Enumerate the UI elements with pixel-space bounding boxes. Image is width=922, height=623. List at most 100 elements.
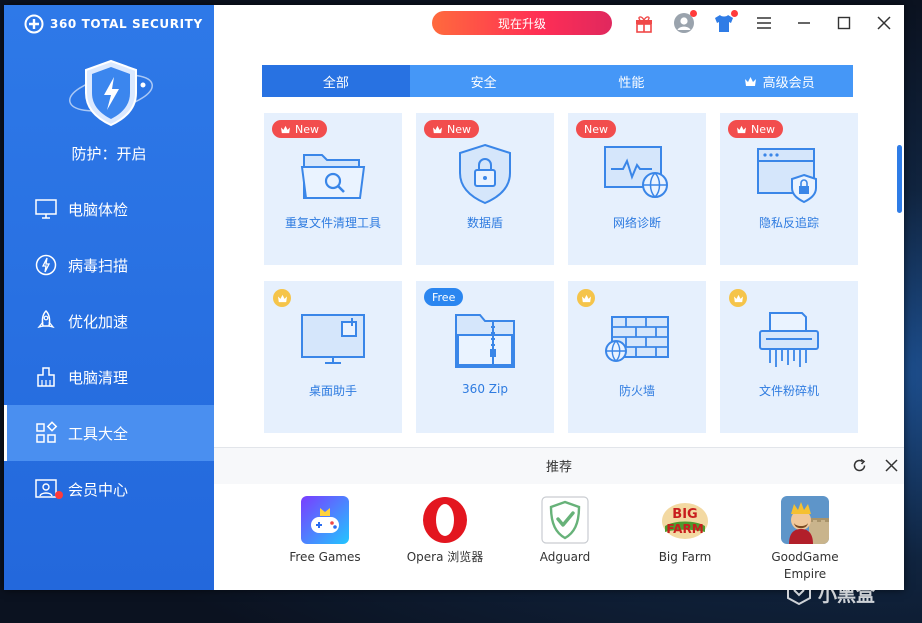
app-name: Adguard [539, 550, 591, 564]
privacy-icon [757, 148, 817, 204]
crown-icon [581, 294, 591, 302]
tool-card-network-diagnosis[interactable]: New 网络诊断 [568, 113, 706, 265]
member-icon [35, 479, 57, 498]
close-button[interactable] [872, 11, 896, 35]
new-tag: New [728, 120, 783, 138]
protection-status: 防护：开启 [71, 145, 147, 163]
svg-text:BIG: BIG [672, 507, 697, 522]
tag-label: Free [432, 290, 456, 304]
tag-label: New [584, 122, 608, 136]
maximize-button[interactable] [832, 11, 856, 35]
watermark: 小黑盒 [786, 578, 875, 608]
crown-icon [733, 294, 743, 302]
tool-card-360-zip[interactable]: Free 360 Zip [416, 281, 554, 433]
scrollbar-thumb[interactable] [897, 145, 902, 213]
tool-label: 数据盾 [466, 216, 503, 230]
xiaoheihe-logo-icon [787, 580, 811, 606]
sidebar-item-speedup[interactable]: 优化加速 [4, 293, 214, 349]
zip-icon [455, 314, 515, 368]
sidebar-item-label: 电脑体检 [68, 200, 129, 219]
app-name: Big Farm [658, 550, 712, 564]
sidebar-item-virus-scan[interactable]: 病毒扫描 [4, 237, 214, 293]
notification-dot [731, 10, 738, 17]
app-big-farm[interactable]: BIG FARM Big Farm [630, 496, 740, 566]
skin-button[interactable] [712, 10, 738, 35]
brand-logo-icon [24, 14, 44, 34]
tool-label: 文件粉碎机 [758, 384, 819, 398]
gift-button[interactable] [632, 11, 656, 35]
tab-security[interactable]: 安全 [410, 65, 558, 97]
sidebar-item-pc-checkup[interactable]: 电脑体检 [4, 181, 214, 237]
minimize-button[interactable] [792, 11, 816, 35]
refresh-icon [853, 458, 865, 471]
crown-icon [744, 76, 756, 86]
network-diagnosis-icon [604, 146, 668, 198]
crown-icon [277, 294, 287, 302]
app-goodgame-empire[interactable]: GoodGame Empire [750, 496, 860, 583]
firewall-icon [605, 316, 669, 362]
tab-all[interactable]: 全部 [262, 65, 410, 97]
new-tag: New [424, 120, 479, 138]
brand: 360 TOTAL SECURITY [24, 13, 203, 35]
account-button[interactable] [672, 10, 697, 35]
toolbox-icon [36, 421, 58, 443]
broom-icon [37, 367, 55, 387]
sidebar-item-member-center[interactable]: 会员中心 [4, 461, 214, 517]
tag-label: New [295, 122, 319, 136]
sidebar-nav: 电脑体检 病毒扫描 优化加速 电脑清理 工具大全 会员中心 [4, 181, 214, 517]
sidebar-item-label: 优化加速 [68, 312, 129, 331]
tool-card-data-shield[interactable]: New 数据盾 [416, 113, 554, 265]
tab-premium[interactable]: 高级会员 [705, 65, 853, 97]
sidebar: 360 TOTAL SECURITY 防护：开启 电脑体检 病毒扫描 优化加速 [4, 5, 214, 590]
sidebar-item-label: 会员中心 [68, 480, 129, 499]
close-icon [877, 16, 891, 30]
premium-badge [273, 289, 291, 307]
crown-icon [433, 125, 442, 133]
notification-dot [55, 491, 63, 499]
category-tabs: 全部 安全 性能 高级会员 [262, 65, 853, 97]
folder-search-icon [300, 154, 366, 199]
sidebar-item-toolbox[interactable]: 工具大全 [4, 405, 214, 461]
sidebar-item-label: 电脑清理 [68, 368, 129, 387]
goodgame-empire-icon [781, 496, 829, 544]
hamburger-icon [757, 17, 771, 29]
close-icon [884, 458, 898, 472]
recommend-title: 推荐 [545, 460, 572, 475]
adguard-icon [541, 496, 589, 544]
tab-label: 高级会员 [762, 75, 815, 91]
recommend-panel: 推荐 Free Games Opera 浏览器 Adguard BIG FARM… [214, 447, 904, 590]
watermark-text: 小黑盒 [818, 583, 876, 606]
sidebar-item-cleanup[interactable]: 电脑清理 [4, 349, 214, 405]
monitor-icon [35, 199, 57, 219]
app-adguard[interactable]: Adguard [510, 496, 620, 566]
tool-card-firewall[interactable]: 防火墙 [568, 281, 706, 433]
premium-badge [729, 289, 747, 307]
tool-card-desktop-helper[interactable]: 桌面助手 [264, 281, 402, 433]
data-shield-icon [459, 143, 511, 205]
free-tag: Free [424, 288, 464, 306]
new-tag: New [272, 120, 327, 138]
app-name: Free Games [289, 550, 361, 564]
crown-icon [281, 125, 290, 133]
tool-card-privacy-anti-tracking[interactable]: New 隐私反追踪 [720, 113, 858, 265]
recommend-close-button[interactable] [882, 456, 900, 474]
refresh-button[interactable] [850, 456, 868, 474]
tool-label: 网络诊断 [612, 216, 661, 230]
gift-icon [636, 16, 652, 33]
new-tag: New [576, 120, 616, 138]
sidebar-item-label: 工具大全 [68, 424, 129, 443]
app-opera[interactable]: Opera 浏览器 [390, 496, 500, 566]
tool-card-duplicate-file-cleaner[interactable]: New 重复文件清理工具 [264, 113, 402, 265]
protection-shield-icon [69, 59, 153, 127]
svg-text:FARM: FARM [666, 522, 703, 536]
tab-performance[interactable]: 性能 [558, 65, 706, 97]
tool-card-file-shredder[interactable]: 文件粉碎机 [720, 281, 858, 433]
menu-button[interactable] [752, 11, 776, 35]
virus-scan-icon [35, 254, 57, 276]
tool-label: 防火墙 [618, 384, 655, 398]
sidebar-item-label: 病毒扫描 [68, 256, 129, 275]
upgrade-button[interactable]: 现在升级 [432, 11, 612, 35]
tool-label: 重复文件清理工具 [284, 216, 381, 230]
app-free-games[interactable]: Free Games [270, 496, 380, 566]
rocket-icon [37, 309, 55, 329]
